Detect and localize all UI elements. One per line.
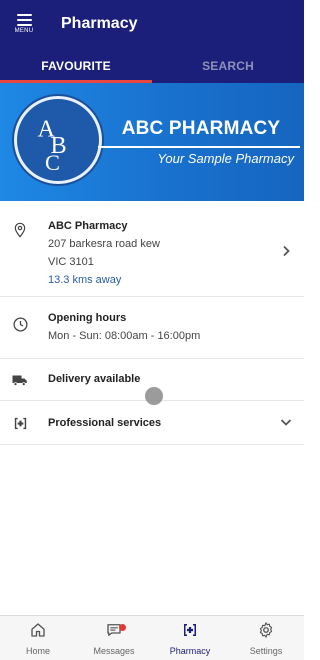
- nav-home[interactable]: Home: [0, 616, 76, 660]
- svg-text:C: C: [45, 150, 60, 175]
- nav-pharmacy[interactable]: Pharmacy: [152, 616, 228, 660]
- pharmacy-banner: A B C ABC PHARMACY Your Sample Pharmacy: [0, 83, 304, 201]
- tab-search[interactable]: SEARCH: [152, 48, 304, 83]
- pharmacy-icon: [181, 621, 199, 644]
- menu-label: MENU: [14, 28, 34, 34]
- delivery-truck-icon: [11, 371, 29, 389]
- distance-text: 13.3 kms away: [48, 274, 122, 286]
- delivery-label: Delivery available: [48, 373, 141, 385]
- settings-icon: [257, 621, 275, 644]
- medical-services-icon: [11, 414, 29, 432]
- opening-hours-row: Opening hours Mon - Sun: 08:00am - 16:00…: [0, 297, 304, 359]
- nav-settings[interactable]: Settings: [228, 616, 304, 660]
- location-pin-icon: [11, 221, 29, 239]
- app-bar: MENU Pharmacy: [0, 0, 304, 48]
- hamburger-icon: [16, 14, 32, 26]
- pharmacy-tagline: Your Sample Pharmacy: [157, 151, 294, 166]
- bottom-navigation: Home Messages Pharmacy Settings: [0, 615, 304, 660]
- tab-bar: FAVOURITE SEARCH: [0, 48, 304, 83]
- address-row[interactable]: ABC Pharmacy 207 barkesra road kew VIC 3…: [0, 201, 304, 297]
- chevron-down-icon: [280, 415, 292, 427]
- pharmacy-logo: A B C: [14, 96, 102, 184]
- pharmacy-name: ABC PHARMACY: [121, 118, 281, 139]
- nav-messages[interactable]: Messages: [76, 616, 152, 660]
- tab-favourite[interactable]: FAVOURITE: [0, 48, 152, 83]
- nav-messages-label: Messages: [93, 645, 135, 656]
- hours-title: Opening hours: [48, 312, 127, 324]
- clock-icon: [11, 315, 29, 333]
- pharmacy-details: ABC Pharmacy 207 barkesra road kew VIC 3…: [0, 201, 304, 445]
- nav-settings-label: Settings: [249, 645, 283, 656]
- unread-badge: [119, 624, 126, 631]
- professional-services-row[interactable]: Professional services: [0, 401, 304, 445]
- nav-pharmacy-label: Pharmacy: [169, 645, 211, 656]
- nav-home-label: Home: [25, 645, 50, 656]
- professional-services-label: Professional services: [48, 417, 162, 429]
- chevron-right-icon: [280, 244, 292, 257]
- home-icon: [29, 621, 47, 644]
- address-suburb: VIC 3101: [48, 256, 94, 268]
- address-name: ABC Pharmacy: [48, 220, 128, 232]
- banner-divider: [98, 146, 300, 148]
- menu-button[interactable]: MENU: [0, 0, 48, 48]
- address-street: 207 barkesra road kew: [48, 238, 160, 250]
- touch-indicator: [145, 387, 163, 405]
- hours-value: Mon - Sun: 08:00am - 16:00pm: [48, 330, 201, 342]
- page-title: Pharmacy: [61, 15, 138, 32]
